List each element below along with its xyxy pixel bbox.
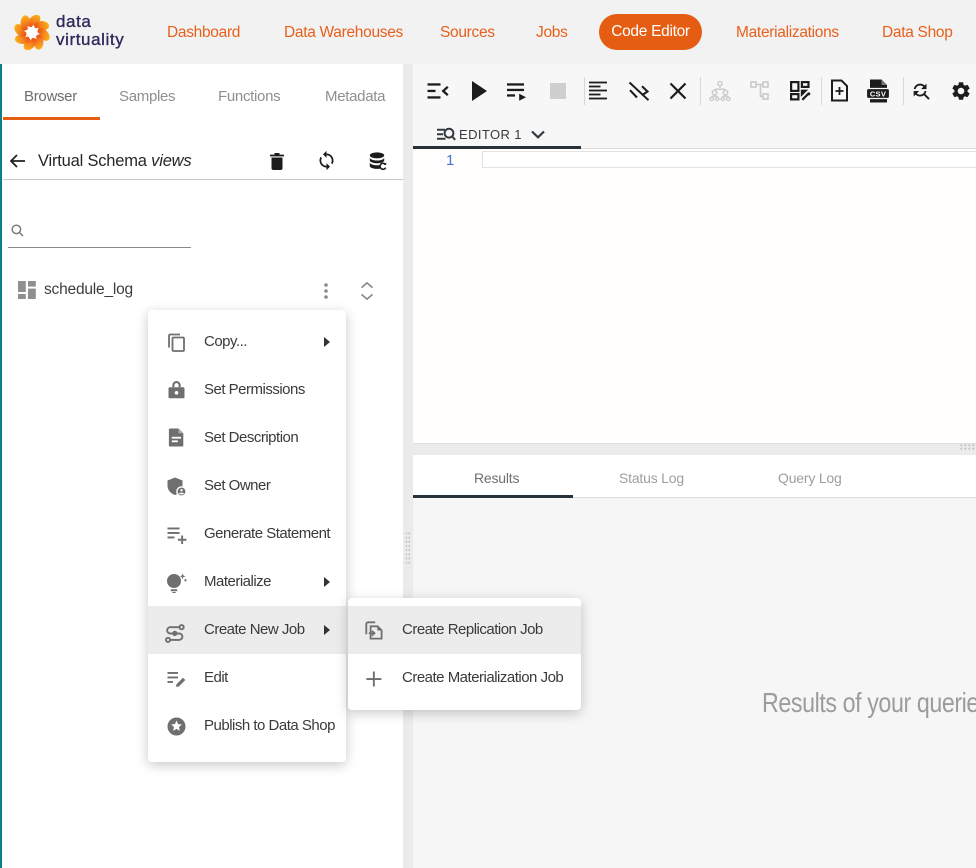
svg-text:CSV: CSV — [870, 89, 886, 98]
